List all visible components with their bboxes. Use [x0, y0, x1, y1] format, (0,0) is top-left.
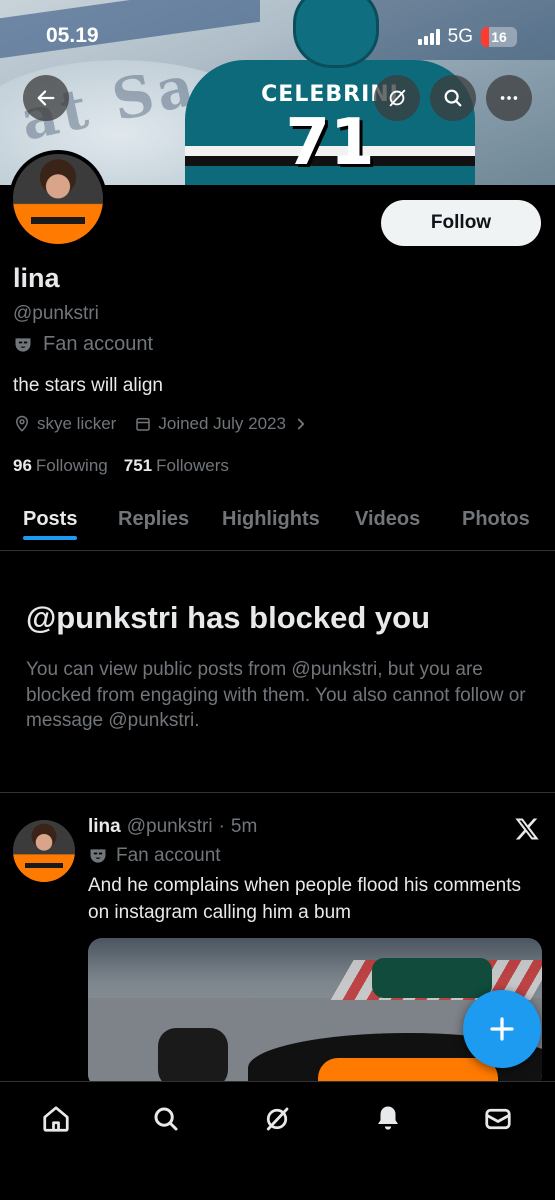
followers-link[interactable]: 751 Followers: [124, 456, 229, 476]
search-icon: [444, 89, 462, 107]
follow-stats: 96 Following 751 Followers: [13, 456, 229, 476]
post-author-handle: @punkstri: [126, 816, 213, 837]
post-author-name[interactable]: lina: [88, 816, 121, 838]
joined-item[interactable]: Joined July 2023: [134, 414, 310, 434]
nav-grok[interactable]: [260, 1102, 294, 1136]
jersey: CELEBRINI 71: [185, 60, 475, 185]
nav-home[interactable]: [39, 1102, 73, 1136]
followers-label: Followers: [156, 456, 229, 475]
nav-messages[interactable]: [481, 1102, 515, 1136]
search-icon: [154, 1107, 178, 1131]
grok-icon: [266, 1107, 289, 1131]
post-separator: ·: [218, 816, 225, 837]
profile-handle: @punkstri: [13, 303, 99, 324]
post-fan-text: Fan account: [116, 845, 221, 866]
location-item: skye licker: [13, 414, 116, 434]
bottom-nav: [0, 1081, 555, 1200]
post-header: lina @punkstri · 5m: [88, 816, 257, 838]
following-link[interactable]: 96 Following: [13, 456, 108, 476]
profile-meta: skye licker Joined July 2023: [13, 414, 310, 434]
post-time: 5m: [230, 816, 258, 837]
tab-highlights[interactable]: Highlights: [222, 500, 320, 539]
divider: [0, 792, 555, 793]
back-button[interactable]: [23, 75, 69, 121]
notifications-icon: [378, 1106, 398, 1130]
fan-mask-icon: [15, 337, 31, 352]
plus-icon: [490, 1017, 514, 1041]
nav-search[interactable]: [149, 1102, 183, 1136]
x-logo-icon: [515, 818, 539, 840]
profile-avatar[interactable]: [9, 150, 107, 248]
signal-icon: [417, 29, 440, 45]
tab-photos[interactable]: Photos: [462, 500, 530, 539]
blocked-message: You can view public posts from @punkstri…: [26, 659, 526, 732]
profile-name: lina: [13, 263, 60, 293]
fan-mask-icon: [90, 849, 106, 863]
status-time: 05.19: [46, 24, 99, 47]
network-label: 5G: [447, 26, 473, 47]
post-avatar[interactable]: [13, 820, 75, 882]
tab-posts[interactable]: Posts: [23, 500, 78, 540]
tab-label: Videos: [355, 508, 421, 530]
post-text: And he complains when people flood his c…: [88, 875, 522, 923]
tab-label: Photos: [462, 508, 530, 530]
battery-icon: 16: [481, 27, 517, 47]
fan-account-label: Fan account: [13, 333, 153, 356]
jersey-number: 71: [285, 106, 375, 180]
fan-account-text: Fan account: [43, 333, 154, 355]
tab-label: Posts: [23, 508, 78, 530]
back-arrow-icon: [37, 90, 55, 106]
follow-button[interactable]: Follow: [381, 200, 541, 246]
active-tab-indicator: [23, 536, 78, 540]
blocked-title: @punkstri has blocked you: [26, 600, 431, 635]
grok-button[interactable]: [374, 75, 420, 121]
tab-videos[interactable]: Videos: [355, 500, 420, 539]
status-indicators: 5G 16: [417, 26, 517, 48]
tab-label: Replies: [118, 508, 190, 530]
avatar-image: [13, 154, 103, 244]
messages-icon: [485, 1108, 511, 1130]
avatar-image: [13, 820, 75, 882]
nav-notifications[interactable]: [371, 1102, 405, 1136]
location-icon: [15, 415, 29, 432]
post-fan-label: Fan account: [88, 845, 221, 867]
following-label: Following: [35, 456, 108, 475]
grok-icon: [389, 89, 406, 107]
more-button[interactable]: [486, 75, 532, 121]
search-button[interactable]: [430, 75, 476, 121]
followers-count: 751: [123, 456, 153, 475]
battery-level: 16: [491, 29, 507, 45]
status-bar: 05.19 5G 16: [0, 22, 555, 52]
profile-bio: the stars will align: [13, 375, 163, 396]
following-count: 96: [13, 456, 32, 475]
calendar-icon: [136, 418, 151, 431]
home-icon: [43, 1106, 69, 1132]
profile-tabs: Posts Replies Highlights Videos Photos: [0, 500, 555, 551]
location-text: skye licker: [37, 414, 117, 433]
tab-replies[interactable]: Replies: [118, 500, 189, 539]
chevron-right-icon: [297, 418, 305, 430]
joined-text: Joined July 2023: [158, 414, 286, 433]
tab-label: Highlights: [222, 508, 320, 530]
media-car: [372, 958, 492, 998]
more-icon: [500, 96, 518, 100]
compose-button[interactable]: [463, 990, 541, 1068]
